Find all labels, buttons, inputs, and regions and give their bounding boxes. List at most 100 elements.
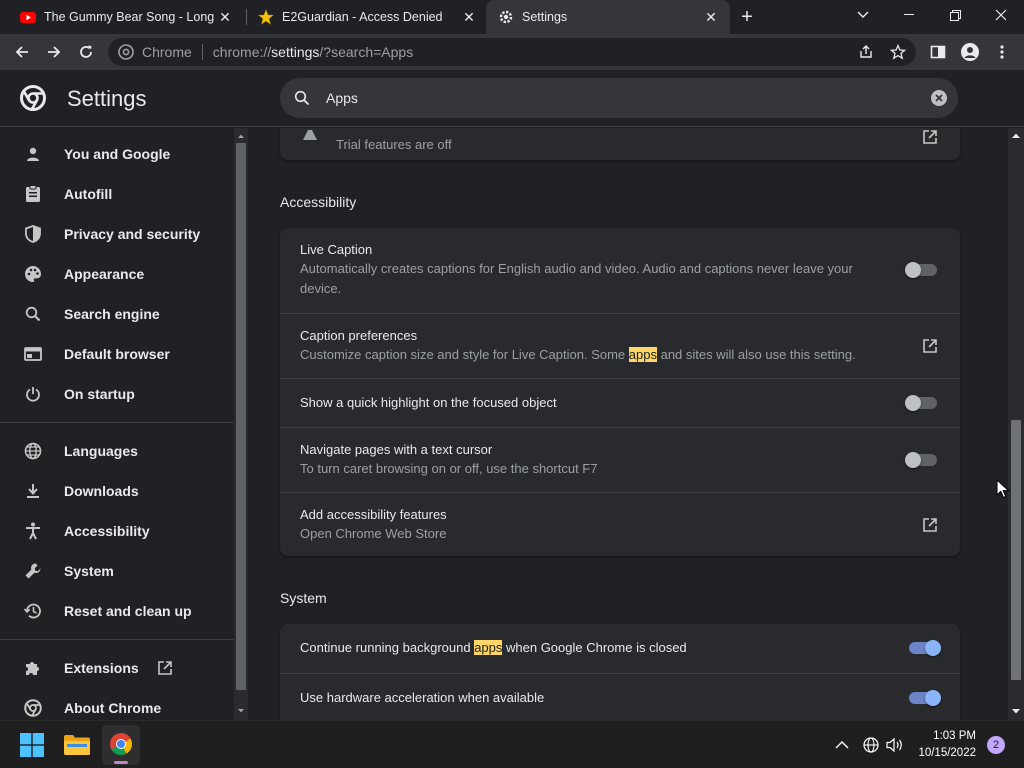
tab-settings[interactable]: Settings ✕ [486,0,730,34]
sidebar-item-autofill[interactable]: Autofill [0,174,234,214]
search-input[interactable] [326,87,886,109]
setting-label: Show a quick highlight on the focused ob… [300,395,557,410]
sidebar-item-about-chrome[interactable]: About Chrome [0,688,234,720]
windows-start-icon[interactable] [20,733,44,757]
sidebar-item-you-and-google[interactable]: You and Google [0,134,234,174]
power-icon [23,384,43,404]
file-explorer-icon[interactable] [64,734,90,756]
sidebar-item-extensions[interactable]: Extensions [0,648,234,688]
sidebar-divider [0,422,234,423]
sidebar-item-accessibility[interactable]: Accessibility [0,511,234,551]
tab-search-button[interactable] [840,0,886,30]
tab-gummy-bear[interactable]: The Gummy Bear Song - Long English Versi… [0,0,244,34]
sidebar-item-default-browser[interactable]: Default browser [0,334,234,374]
setting-label: Add accessibility features [300,507,447,522]
accessibility-card: Live Caption Automatically creates capti… [280,228,960,556]
close-icon [995,9,1007,21]
clock-time[interactable]: 1:03 PM [910,730,976,742]
close-icon[interactable]: ✕ [458,9,480,26]
sidebar-item-label: Languages [64,443,138,459]
open-in-new-icon[interactable] [921,337,939,355]
live-caption-toggle[interactable] [905,262,939,278]
active-app-indicator [114,761,128,764]
sidebar-item-languages[interactable]: Languages [0,431,234,471]
clock-date[interactable]: 10/15/2022 [910,747,976,759]
hardware-acceleration-toggle[interactable] [907,690,941,706]
setting-quick-highlight[interactable]: Show a quick highlight on the focused ob… [280,378,960,427]
quick-highlight-toggle[interactable] [905,395,939,411]
volume-icon[interactable] [886,737,904,753]
profile-button[interactable] [956,38,984,66]
setting-description: Open Chrome Web Store [300,526,447,541]
setting-hardware-acceleration[interactable]: Use hardware acceleration when available [280,673,960,720]
arrow-right-icon [48,46,61,58]
sidebar-item-downloads[interactable]: Downloads [0,471,234,511]
open-in-new-icon[interactable] [921,128,939,146]
background-apps-toggle[interactable] [907,640,941,656]
search-highlight: apps [474,640,503,655]
chrome-taskbar-button[interactable] [102,725,140,765]
minimize-button[interactable] [886,0,932,30]
address-bar[interactable]: Chrome chrome://settings/?search=Apps [108,38,916,66]
setting-caret-browsing[interactable]: Navigate pages with a text cursor To tur… [280,427,960,492]
tab-e2guardian[interactable]: E2Guardian - Access Denied ✕ [238,0,488,34]
side-panel-icon [930,45,946,59]
share-icon[interactable] [858,44,874,60]
sidebar-scroll-thumb[interactable] [236,143,246,690]
scroll-down-arrow-icon[interactable] [234,706,248,716]
chrome-icon [118,44,134,60]
sidebar-item-label: On startup [64,386,135,402]
bookmark-star-icon[interactable] [890,44,906,60]
chevron-down-icon [857,11,869,18]
main-scroll-thumb[interactable] [1011,420,1021,680]
chrome-color-icon [110,733,132,755]
chrome-icon [23,698,43,718]
close-window-button[interactable] [978,0,1024,30]
sidebar-item-system[interactable]: System [0,551,234,591]
tab-title: Settings [522,10,568,24]
sidebar-item-label: Default browser [64,346,170,362]
close-icon[interactable]: ✕ [214,9,236,26]
open-in-new-icon[interactable] [921,516,939,534]
omnibox-separator [201,44,203,60]
omnibox-origin: Chrome [142,44,192,60]
wrench-icon [23,561,43,581]
new-tab-button[interactable]: + [725,2,769,32]
setting-background-apps[interactable]: Continue running background apps when Go… [280,624,960,673]
network-globe-icon[interactable] [863,737,879,753]
scroll-up-arrow-icon[interactable] [1008,130,1024,142]
clear-search-icon[interactable] [930,89,948,107]
sidebar-item-appearance[interactable]: Appearance [0,254,234,294]
clipboard-icon [23,184,43,204]
notification-badge[interactable]: 2 [987,736,1005,754]
side-panel-button[interactable] [924,38,952,66]
scroll-down-arrow-icon[interactable] [1008,705,1024,717]
sidebar-item-label: Search engine [64,306,160,322]
sidebar-item-on-startup[interactable]: On startup [0,374,234,414]
chevron-up-icon[interactable] [835,740,849,750]
reload-button[interactable] [72,38,100,66]
sidebar-item-privacy[interactable]: Privacy and security [0,214,234,254]
menu-button[interactable] [988,38,1016,66]
close-icon[interactable]: ✕ [700,9,722,26]
system-card: Continue running background apps when Go… [280,624,960,720]
restore-button[interactable] [932,0,978,30]
setting-caption-preferences[interactable]: Caption preferences Customize caption si… [280,313,960,378]
back-button[interactable] [8,38,36,66]
caret-browsing-toggle[interactable] [905,452,939,468]
sidebar-item-search-engine[interactable]: Search engine [0,294,234,334]
palette-icon [23,264,43,284]
shield-icon [23,224,43,244]
forward-button[interactable] [40,38,68,66]
setting-description: To turn caret browsing on or off, use th… [300,461,598,476]
setting-add-accessibility-features[interactable]: Add accessibility features Open Chrome W… [280,492,960,556]
setting-description: Automatically creates captions for Engli… [300,261,853,296]
setting-live-caption[interactable]: Live Caption Automatically creates capti… [280,228,960,313]
sidebar-item-reset[interactable]: Reset and clean up [0,591,234,631]
settings-search[interactable] [280,78,958,118]
setting-label: Use hardware acceleration when available [300,690,545,705]
tab-title: The Gummy Bear Song - Long English Versi… [44,10,214,24]
scroll-up-arrow-icon[interactable] [234,131,248,141]
download-icon [23,481,43,501]
gear-icon [499,10,513,24]
